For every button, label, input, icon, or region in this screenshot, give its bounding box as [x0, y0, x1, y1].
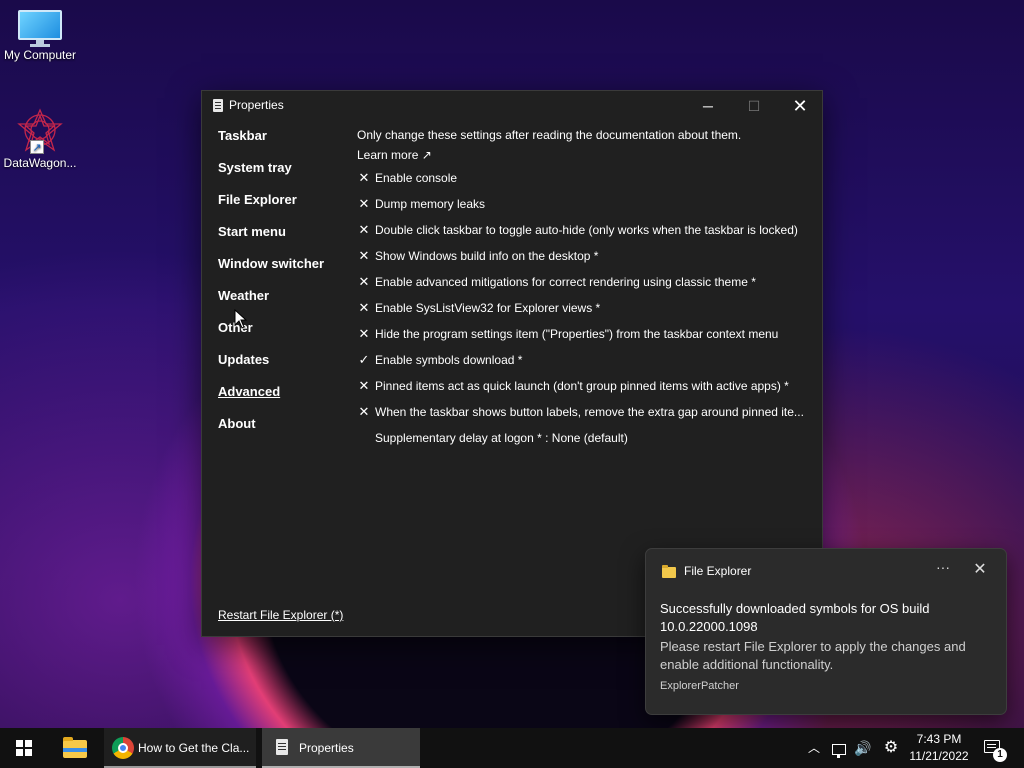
- option-label: Enable console: [375, 171, 458, 185]
- start-button[interactable]: [0, 728, 48, 768]
- option-advanced-mitigations[interactable]: ✕ Enable advanced mitigations for correct…: [357, 269, 819, 295]
- unchecked-icon: ✕: [358, 196, 370, 211]
- close-button[interactable]: ✕: [777, 91, 823, 121]
- task-label: Properties: [299, 741, 354, 755]
- option-label: Pinned items act as quick launch (don't …: [375, 379, 789, 393]
- unchecked-icon: ✕: [358, 248, 370, 263]
- gear-icon[interactable]: ⚙: [878, 728, 904, 768]
- taskbar-chrome-task[interactable]: How to Get the Cla...: [104, 728, 256, 768]
- toast-app-name: File Explorer: [684, 564, 752, 578]
- nav-item-window-switcher[interactable]: Window switcher: [218, 255, 358, 287]
- option-label: Dump memory leaks: [375, 197, 486, 211]
- clock-time: 7:43 PM: [916, 732, 962, 746]
- volume-icon[interactable]: 🔊: [852, 728, 874, 768]
- checked-icon: ✓: [358, 352, 370, 367]
- unchecked-icon: ✕: [358, 222, 370, 237]
- desktop-icon-my-computer[interactable]: My Computer: [0, 10, 80, 62]
- advanced-settings-panel: Only change these settings after reading…: [357, 125, 819, 451]
- network-icon[interactable]: [828, 728, 850, 768]
- desktop-icon-label: My Computer: [3, 48, 77, 62]
- option-logon-delay[interactable]: Supplementary delay at logon * : None (d…: [357, 425, 819, 451]
- option-dump-memory-leaks[interactable]: ✕ Dump memory leaks: [357, 191, 819, 217]
- folder-icon: [63, 737, 87, 758]
- unchecked-icon: ✕: [358, 170, 370, 185]
- toast-body: Please restart File Explorer to apply th…: [660, 639, 966, 672]
- nav-item-advanced[interactable]: Advanced: [218, 383, 358, 415]
- option-label: When the taskbar shows button labels, re…: [375, 405, 804, 419]
- toast-title: Successfully downloaded symbols for OS b…: [660, 601, 930, 634]
- nav-item-start-menu[interactable]: Start menu: [218, 223, 358, 255]
- unchecked-icon: ✕: [358, 300, 370, 315]
- clock[interactable]: 7:43 PM 11/21/2022: [906, 731, 972, 765]
- more-options-button[interactable]: ···: [931, 559, 955, 581]
- option-syslistview32[interactable]: ✕ Enable SysListView32 for Explorer views…: [357, 295, 819, 321]
- option-label: Show Windows build info on the desktop *: [375, 249, 599, 263]
- window-title: Properties: [229, 98, 284, 112]
- shortcut-arrow-icon: ↗: [30, 140, 44, 154]
- notification-count-badge: 1: [993, 748, 1007, 762]
- toast-close-button[interactable]: ✕: [968, 559, 992, 581]
- taskbar: How to Get the Cla... Properties ︿ 🔊 ⚙ 7…: [0, 728, 1024, 768]
- taskbar-file-explorer[interactable]: [52, 728, 98, 768]
- datawagon-logo-icon: ↗: [17, 108, 63, 154]
- restart-file-explorer-link[interactable]: Restart File Explorer (*): [218, 608, 343, 622]
- option-enable-console[interactable]: ✕ Enable console: [357, 165, 819, 191]
- option-label: Enable symbols download *: [375, 353, 523, 367]
- unchecked-icon: ✕: [358, 404, 370, 419]
- nav-item-about[interactable]: About: [218, 415, 358, 447]
- option-label: Hide the program settings item ("Propert…: [375, 327, 779, 341]
- title-bar[interactable]: Properties ─ ☐ ✕: [202, 91, 822, 121]
- notification-toast[interactable]: File Explorer ··· ✕ Successfully downloa…: [645, 548, 1007, 715]
- learn-more-link[interactable]: Learn more ↗: [357, 145, 819, 165]
- unchecked-icon: ✕: [358, 326, 370, 341]
- option-pinned-quick-launch[interactable]: ✕ Pinned items act as quick launch (don't…: [357, 373, 819, 399]
- toast-source: ExplorerPatcher: [660, 680, 739, 692]
- show-hidden-icons-chevron-icon[interactable]: ︿: [804, 728, 824, 768]
- unchecked-icon: ✕: [358, 378, 370, 393]
- option-symbols-download[interactable]: ✓ Enable symbols download *: [357, 347, 819, 373]
- desktop-icon-datawagon[interactable]: ↗ DataWagon...: [0, 108, 80, 170]
- nav-item-updates[interactable]: Updates: [218, 351, 358, 383]
- nav-item-system-tray[interactable]: System tray: [218, 159, 358, 191]
- option-remove-extra-gap[interactable]: ✕ When the taskbar shows button labels, r…: [357, 399, 819, 425]
- clock-date: 11/21/2022: [909, 749, 969, 763]
- file-explorer-icon: [662, 565, 676, 578]
- nav-item-taskbar[interactable]: Taskbar: [218, 127, 358, 159]
- option-hide-properties-item[interactable]: ✕ Hide the program settings item ("Proper…: [357, 321, 819, 347]
- windows-logo-icon: [16, 740, 32, 756]
- action-center-button[interactable]: 1: [980, 728, 1010, 768]
- option-show-build-info[interactable]: ✕ Show Windows build info on the desktop …: [357, 243, 819, 269]
- minimize-button[interactable]: ─: [685, 91, 731, 121]
- properties-icon: [276, 739, 288, 755]
- unchecked-icon: ✕: [358, 274, 370, 289]
- chrome-icon: [112, 737, 134, 759]
- option-label: Enable SysListView32 for Explorer views …: [375, 301, 601, 315]
- maximize-button[interactable]: ☐: [731, 91, 777, 121]
- taskbar-properties-task[interactable]: Properties: [262, 728, 420, 768]
- settings-nav: Taskbar System tray File Explorer Start …: [218, 127, 358, 447]
- desktop-icon-label: DataWagon...: [3, 156, 77, 170]
- properties-icon: [213, 99, 223, 112]
- task-label: How to Get the Cla...: [138, 741, 250, 755]
- nav-item-file-explorer[interactable]: File Explorer: [218, 191, 358, 223]
- monitor-icon: [18, 10, 62, 47]
- documentation-note: Only change these settings after reading…: [357, 128, 742, 142]
- option-label: Double click taskbar to toggle auto-hide…: [375, 223, 798, 237]
- option-label: Enable advanced mitigations for correct …: [375, 275, 756, 289]
- option-double-click-autohide[interactable]: ✕ Double click taskbar to toggle auto-hid…: [357, 217, 819, 243]
